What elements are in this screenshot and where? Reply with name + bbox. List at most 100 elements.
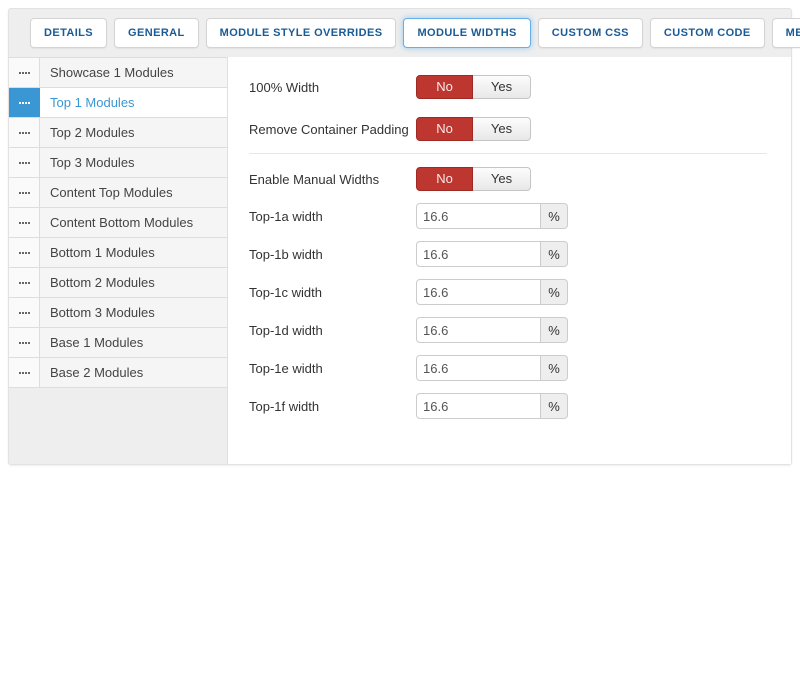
setting-row-100-width: 100% Width No Yes: [249, 75, 779, 99]
tab-module-widths[interactable]: MODULE WIDTHS: [403, 18, 530, 48]
toggle-no-button[interactable]: No: [416, 117, 473, 141]
width-input-group: %: [416, 203, 568, 229]
top-1d-width-input[interactable]: [416, 317, 541, 343]
section-divider: [249, 153, 767, 154]
setting-label: Enable Manual Widths: [249, 172, 416, 187]
setting-label: Top-1d width: [249, 323, 416, 338]
width-input-group: %: [416, 241, 568, 267]
tab-custom-css[interactable]: CUSTOM CSS: [538, 18, 643, 48]
width-input-group: %: [416, 393, 568, 419]
setting-label: Top-1a width: [249, 209, 416, 224]
drag-handle[interactable]: [9, 58, 40, 87]
setting-row-top-1c-width: Top-1c width %: [249, 279, 779, 305]
panel-body: Showcase 1 Modules Top 1 Modules Top 2 M…: [9, 57, 791, 464]
sidebar-item-label: Base 1 Modules: [40, 328, 227, 357]
setting-label: 100% Width: [249, 80, 416, 95]
drag-handle[interactable]: [9, 328, 40, 357]
width-input-group: %: [416, 355, 568, 381]
percent-addon: %: [541, 279, 568, 305]
sidebar-item-label: Content Top Modules: [40, 178, 227, 207]
setting-label: Top-1c width: [249, 285, 416, 300]
drag-handle[interactable]: [9, 88, 40, 117]
tab-module-style-overrides[interactable]: MODULE STYLE OVERRIDES: [206, 18, 397, 48]
sidebar-item-showcase-1[interactable]: Showcase 1 Modules: [9, 58, 227, 88]
setting-label: Top-1b width: [249, 247, 416, 262]
sidebar-item-label: Top 3 Modules: [40, 148, 227, 177]
tab-general[interactable]: GENERAL: [114, 18, 199, 48]
sidebar-item-base-2[interactable]: Base 2 Modules: [9, 358, 227, 388]
drag-handle[interactable]: [9, 238, 40, 267]
percent-addon: %: [541, 355, 568, 381]
drag-handle-icon: [19, 312, 30, 314]
drag-handle-icon: [19, 342, 30, 344]
sidebar-item-label: Showcase 1 Modules: [40, 58, 227, 87]
sidebar-item-label: Bottom 2 Modules: [40, 268, 227, 297]
top-1b-width-input[interactable]: [416, 241, 541, 267]
setting-label: Top-1f width: [249, 399, 416, 414]
percent-addon: %: [541, 203, 568, 229]
top-1e-width-input[interactable]: [416, 355, 541, 381]
drag-handle[interactable]: [9, 118, 40, 147]
sidebar-item-label: Content Bottom Modules: [40, 208, 227, 237]
sidebar-item-label: Bottom 1 Modules: [40, 238, 227, 267]
drag-handle-icon: [19, 372, 30, 374]
sidebar-item-content-top[interactable]: Content Top Modules: [9, 178, 227, 208]
top-1f-width-input[interactable]: [416, 393, 541, 419]
toggle-yes-button[interactable]: Yes: [473, 75, 531, 99]
tab-custom-code[interactable]: CUSTOM CODE: [650, 18, 765, 48]
drag-handle-icon: [19, 132, 30, 134]
sidebar-item-label: Top 1 Modules: [40, 88, 227, 117]
toggle-enable-manual-widths: No Yes: [416, 167, 531, 191]
sidebar-item-base-1[interactable]: Base 1 Modules: [9, 328, 227, 358]
tab-details[interactable]: DETAILS: [30, 18, 107, 48]
width-input-group: %: [416, 317, 568, 343]
sidebar-item-top-1[interactable]: Top 1 Modules: [9, 88, 227, 118]
setting-label: Remove Container Padding: [249, 122, 416, 137]
sidebar-item-content-bottom[interactable]: Content Bottom Modules: [9, 208, 227, 238]
tab-bar: DETAILS GENERAL MODULE STYLE OVERRIDES M…: [9, 9, 791, 57]
drag-handle-icon: [19, 102, 30, 104]
template-settings-panel: DETAILS GENERAL MODULE STYLE OVERRIDES M…: [8, 8, 792, 465]
sidebar-item-top-2[interactable]: Top 2 Modules: [9, 118, 227, 148]
toggle-yes-button[interactable]: Yes: [473, 117, 531, 141]
width-input-group: %: [416, 279, 568, 305]
drag-handle[interactable]: [9, 208, 40, 237]
toggle-yes-button[interactable]: Yes: [473, 167, 531, 191]
percent-addon: %: [541, 317, 568, 343]
sidebar-item-label: Top 2 Modules: [40, 118, 227, 147]
top-1c-width-input[interactable]: [416, 279, 541, 305]
percent-addon: %: [541, 393, 568, 419]
tab-menu-assignment[interactable]: MENU ASSIGNMENT: [772, 18, 800, 48]
drag-handle-icon: [19, 192, 30, 194]
setting-row-top-1d-width: Top-1d width %: [249, 317, 779, 343]
setting-row-remove-container-padding: Remove Container Padding No Yes: [249, 117, 779, 141]
sidebar-item-bottom-1[interactable]: Bottom 1 Modules: [9, 238, 227, 268]
drag-handle[interactable]: [9, 178, 40, 207]
setting-label: Top-1e width: [249, 361, 416, 376]
toggle-no-button[interactable]: No: [416, 167, 473, 191]
setting-row-top-1f-width: Top-1f width %: [249, 393, 779, 419]
sidebar-item-bottom-3[interactable]: Bottom 3 Modules: [9, 298, 227, 328]
setting-row-top-1b-width: Top-1b width %: [249, 241, 779, 267]
sidebar-item-top-3[interactable]: Top 3 Modules: [9, 148, 227, 178]
drag-handle[interactable]: [9, 358, 40, 387]
toggle-100-width: No Yes: [416, 75, 531, 99]
setting-row-top-1a-width: Top-1a width %: [249, 203, 779, 229]
module-position-list: Showcase 1 Modules Top 1 Modules Top 2 M…: [9, 57, 228, 464]
sidebar-item-label: Base 2 Modules: [40, 358, 227, 387]
setting-row-enable-manual-widths: Enable Manual Widths No Yes: [249, 167, 779, 191]
drag-handle-icon: [19, 252, 30, 254]
drag-handle[interactable]: [9, 298, 40, 327]
drag-handle[interactable]: [9, 148, 40, 177]
drag-handle-icon: [19, 222, 30, 224]
toggle-no-button[interactable]: No: [416, 75, 473, 99]
percent-addon: %: [541, 241, 568, 267]
sidebar-item-label: Bottom 3 Modules: [40, 298, 227, 327]
setting-row-top-1e-width: Top-1e width %: [249, 355, 779, 381]
top-1a-width-input[interactable]: [416, 203, 541, 229]
drag-handle-icon: [19, 162, 30, 164]
sidebar-item-bottom-2[interactable]: Bottom 2 Modules: [9, 268, 227, 298]
drag-handle-icon: [19, 72, 30, 74]
toggle-remove-container-padding: No Yes: [416, 117, 531, 141]
drag-handle[interactable]: [9, 268, 40, 297]
